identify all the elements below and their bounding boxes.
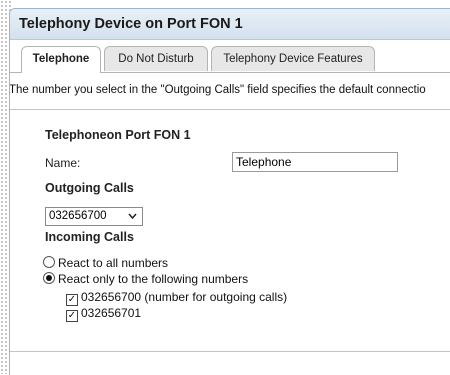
outgoing-number-select[interactable]: 032656700 bbox=[45, 207, 143, 226]
info-text-content: The number you select in the "Outgoing C… bbox=[10, 84, 426, 96]
tab-do-not-disturb[interactable]: Do Not Disturb bbox=[104, 46, 208, 71]
checkbox-checked-icon[interactable]: ✓ bbox=[66, 294, 78, 306]
panel-title: Telephony Device on Port FON 1 bbox=[10, 9, 450, 40]
radio-react-following-label: React only to the following numbers bbox=[58, 272, 249, 286]
tab-bar: Telephone Do Not Disturb Telephony Devic… bbox=[10, 42, 450, 73]
radio-react-all[interactable]: React to all numbers bbox=[43, 256, 168, 270]
outgoing-calls-heading: Outgoing Calls bbox=[45, 181, 134, 195]
number-checkbox-row[interactable]: ✓ 032656701 bbox=[66, 306, 141, 322]
radio-button-selected-icon[interactable] bbox=[43, 272, 55, 284]
number-checkbox-label: 032656700 (number for outgoing calls) bbox=[81, 290, 288, 304]
chevron-down-icon bbox=[128, 208, 137, 231]
name-input[interactable] bbox=[232, 152, 398, 172]
name-label: Name: bbox=[45, 156, 81, 170]
section-heading: Telephoneon Port FON 1 bbox=[45, 128, 191, 142]
tab-content: The number you select in the "Outgoing C… bbox=[10, 73, 450, 375]
radio-react-all-label: React to all numbers bbox=[58, 256, 169, 270]
incoming-calls-heading: Incoming Calls bbox=[45, 230, 134, 244]
tab-telephone[interactable]: Telephone bbox=[21, 46, 101, 73]
number-checkbox-label: 032656701 bbox=[81, 306, 142, 320]
section-divider bbox=[10, 351, 450, 352]
outgoing-number-value: 032656700 bbox=[49, 210, 107, 222]
radio-button-icon[interactable] bbox=[43, 256, 55, 268]
info-text: The number you select in the "Outgoing C… bbox=[10, 73, 450, 110]
tab-telephony-device-features[interactable]: Telephony Device Features bbox=[211, 46, 375, 71]
checkbox-checked-icon[interactable]: ✓ bbox=[66, 310, 78, 322]
number-checkbox-row[interactable]: ✓ 032656700 (number for outgoing calls) bbox=[66, 290, 287, 306]
telephony-device-panel: Telephony Device on Port FON 1 Telephone… bbox=[9, 8, 450, 375]
radio-react-following[interactable]: React only to the following numbers bbox=[43, 272, 248, 286]
